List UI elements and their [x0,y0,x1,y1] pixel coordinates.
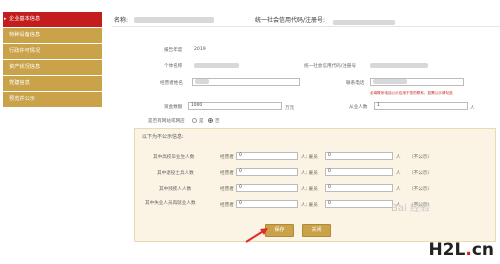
sidebar-item-special-equipment[interactable]: 特种设备信息 [3,28,102,43]
credit-code-label: 统一社会信用代码/注册号: [255,17,326,24]
credit-code-field-redacted [370,63,428,69]
sidebar: 企业基本信息 特种设备信息 行政许可情况 资产状况信息 党建信息 预览并公示 [3,12,102,108]
capital-label: 资金数额 [164,105,183,110]
operators-input[interactable]: 0 [236,184,298,192]
operators-input[interactable]: 0 [236,200,298,208]
individual-name-redacted [194,63,239,69]
employee-word: 人; 雇员 [301,203,318,208]
not-public-note: （不公示） [409,155,432,160]
sidebar-item-admin-license[interactable]: 行政许可情况 [3,44,102,59]
phone-label: 联系电话 [346,81,365,86]
individual-name-label: 个体名称 [164,64,183,69]
credit-code-field-label: 统一社会信用代码/注册号 [304,64,357,69]
row-label: 其中残疾人人数 [159,187,192,192]
operator-word: 经营者 [220,203,234,208]
operators-input[interactable]: 0 [236,168,298,176]
site-watermark: H2L.cn [428,240,494,260]
name-value-redacted [134,17,214,23]
website-no-radio[interactable] [208,118,213,123]
unit-word: 人 [396,187,401,192]
row-label: 其中退役士兵人数 [157,171,194,176]
employees-unit: 人 [470,106,475,111]
employees-input[interactable]: 0 [325,200,393,208]
watermark-main: H2L [428,240,466,260]
operator-input[interactable] [192,78,300,86]
arrow-icon [245,228,268,243]
name-label: 名称: [114,17,129,24]
not-public-note: （不公示） [409,171,432,176]
employee-word: 人; 雇员 [301,155,318,160]
close-button[interactable]: 关闭 [302,224,331,237]
employee-word: 人; 雇员 [301,187,318,192]
operator-word: 经营者 [220,155,234,160]
not-public-note: （不公示） [409,187,432,192]
employees-input[interactable]: 0 [325,152,393,160]
baidu-watermark: Bai 经验 [391,203,430,214]
employee-word: 人; 雇员 [301,171,318,176]
header-bar: 名称: 统一社会信用代码/注册号: [112,12,500,27]
employees-input[interactable]: 1 [374,102,468,110]
website-label: 是否有网站或网店 [148,119,185,124]
capital-input[interactable]: 1000 [188,102,282,110]
sidebar-item-assets[interactable]: 资产状况信息 [3,60,102,75]
operator-word: 经营者 [220,171,234,176]
main-form: 报告年度 2019 个体名称 统一社会信用代码/注册号 经营者姓名 联系电话 必… [112,30,497,262]
website-no-label: 否 [215,119,220,124]
website-yes-label: 是 [199,119,204,124]
watermark-tail: cn [471,240,494,260]
private-info-title: 以下为不公示信息: [142,134,184,140]
phone-hint: 必填联系电话公示应用于您的联系，如需公示请勾选 [370,91,453,95]
phone-input[interactable] [370,78,464,86]
report-year-value: 2019 [194,47,206,52]
unit-word: 人 [396,155,401,160]
capital-unit: 万元 [285,106,295,111]
website-yes-radio[interactable] [192,118,197,123]
employees-input[interactable]: 0 [325,168,393,176]
sidebar-item-preview[interactable]: 预览并公示 [3,92,102,107]
operators-input[interactable]: 0 [236,152,298,160]
row-label: 其中失业人员再就业人数 [145,201,196,206]
operator-label: 经营者姓名 [160,81,183,86]
operator-word: 经营者 [220,187,234,192]
unit-word: 人 [396,171,401,176]
employees-input[interactable]: 0 [325,184,393,192]
employees-label: 从业人数 [349,105,368,110]
report-year-label: 报告年度 [164,48,183,53]
sidebar-item-party[interactable]: 党建信息 [3,76,102,91]
sidebar-item-basic-info[interactable]: 企业基本信息 [3,12,102,27]
row-label: 其中高校毕业生人数 [153,155,195,160]
